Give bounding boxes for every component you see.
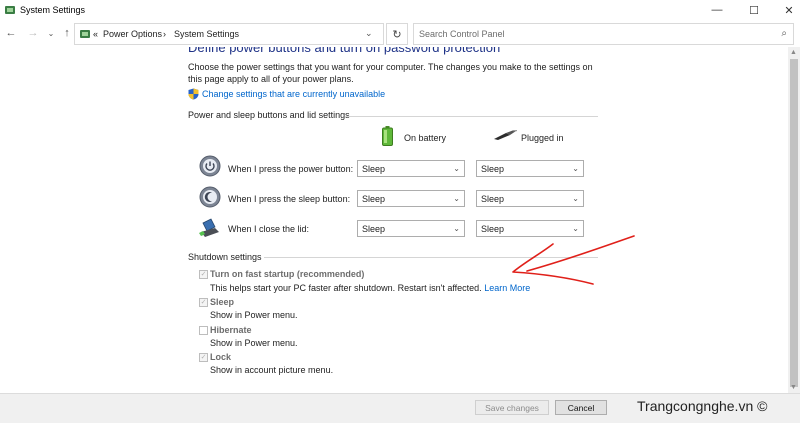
column-on-battery: On battery <box>404 133 447 143</box>
chevron-down-icon: ⌄ <box>453 164 460 173</box>
power-section-divider <box>346 116 598 117</box>
chevron-down-icon: ⌄ <box>572 164 579 173</box>
power-button-icon <box>199 155 221 177</box>
laptop-lid-icon <box>199 218 219 237</box>
fast-startup-description: This helps start your PC faster after sh… <box>210 283 531 293</box>
select-value: Sleep <box>481 224 505 234</box>
maximize-icon: ☐ <box>749 4 759 17</box>
breadcrumb-overflow[interactable]: « <box>93 29 98 39</box>
sleep-button-icon <box>199 186 221 208</box>
watermark-text: Trangcongnghe.vn © <box>637 398 768 414</box>
sleep-button-row-label: When I press the sleep button: <box>228 194 351 204</box>
checkmark-icon: ✓ <box>200 354 207 361</box>
red-arrow-annotation <box>512 235 635 285</box>
power-section-title: Power and sleep buttons and lid settings <box>188 110 350 120</box>
close-icon: ✕ <box>784 4 794 17</box>
lock-checkbox[interactable]: ✓ <box>199 353 208 362</box>
power-button-plugged-select[interactable]: Sleep ⌄ <box>476 160 584 177</box>
power-button-row-label: When I press the power button: <box>228 164 354 174</box>
checkmark-icon: ✓ <box>200 299 207 306</box>
select-value: Sleep <box>362 224 386 234</box>
column-plugged-in: Plugged in <box>521 133 564 143</box>
search-placeholder: Search Control Panel <box>419 29 505 39</box>
vertical-scrollbar[interactable]: ▲ ▼ <box>788 47 800 393</box>
minimize-icon: — <box>711 4 723 16</box>
sleep-label: Sleep <box>210 297 235 307</box>
hibernate-label: Hibernate <box>210 325 252 335</box>
control-panel-icon <box>80 30 90 38</box>
forward-arrow-icon: → <box>27 27 39 39</box>
search-icon: ⌕ <box>781 28 787 39</box>
shutdown-section-title: Shutdown settings <box>188 252 262 262</box>
search-input[interactable]: Search Control Panel ⌕ <box>413 23 794 45</box>
close-lid-battery-select[interactable]: Sleep ⌄ <box>357 220 465 237</box>
navigation-bar: ← → ⌄ ↑ « Power Options › System Setting… <box>0 22 800 46</box>
main-content: Define power buttons and turn on passwor… <box>0 47 788 393</box>
cancel-button[interactable]: Cancel <box>555 400 607 415</box>
refresh-button[interactable]: ↻ <box>386 23 408 45</box>
maximize-button[interactable]: ☐ <box>735 0 773 20</box>
hibernate-checkbox[interactable] <box>199 326 208 335</box>
breadcrumb-power-options[interactable]: Power Options <box>103 29 162 39</box>
save-changes-button[interactable]: Save changes <box>475 400 549 415</box>
change-settings-link[interactable]: Change settings that are currently unava… <box>202 89 385 99</box>
forward-button[interactable]: → <box>26 26 40 40</box>
fast-startup-checkbox[interactable]: ✓ <box>199 270 208 279</box>
page-title: Define power buttons and turn on passwor… <box>188 47 501 55</box>
chevron-down-icon: ⌄ <box>453 224 460 233</box>
title-bar: System Settings — ☐ ✕ <box>0 0 800 20</box>
power-options-app-icon <box>5 6 15 14</box>
close-button[interactable]: ✕ <box>770 0 800 20</box>
breadcrumb-system-settings[interactable]: System Settings <box>174 29 239 39</box>
minimize-button[interactable]: — <box>698 0 736 20</box>
select-value: Sleep <box>362 164 386 174</box>
recent-locations-button[interactable]: ⌄ <box>44 26 58 40</box>
uac-shield-icon <box>188 88 199 100</box>
breadcrumb-separator: › <box>163 29 166 39</box>
address-bar[interactable]: « Power Options › System Settings ⌄ <box>74 23 384 45</box>
bottom-action-bar: Save changes Cancel Trangcongnghe.vn © <box>0 393 800 423</box>
up-arrow-icon: ↑ <box>64 27 70 39</box>
lock-label: Lock <box>210 352 232 362</box>
window-title: System Settings <box>20 5 86 15</box>
address-dropdown-icon[interactable]: ⌄ <box>365 28 373 39</box>
sleep-button-plugged-select[interactable]: Sleep ⌄ <box>476 190 584 207</box>
intro-text: Choose the power settings that you want … <box>188 62 593 84</box>
sleep-checkbox[interactable]: ✓ <box>199 298 208 307</box>
back-arrow-icon: ← <box>5 27 17 39</box>
scrollbar-thumb[interactable] <box>790 59 798 387</box>
chevron-down-icon: ⌄ <box>47 28 55 38</box>
power-plug-icon <box>494 130 517 140</box>
close-lid-row-label: When I close the lid: <box>228 224 310 234</box>
refresh-icon: ↻ <box>392 28 402 41</box>
checkmark-icon: ✓ <box>200 271 207 278</box>
battery-icon <box>382 126 393 146</box>
back-button[interactable]: ← <box>4 26 18 40</box>
sleep-button-battery-select[interactable]: Sleep ⌄ <box>357 190 465 207</box>
scroll-up-icon[interactable]: ▲ <box>790 49 797 56</box>
select-value: Sleep <box>481 194 505 204</box>
chevron-down-icon: ⌄ <box>572 194 579 203</box>
scroll-down-icon[interactable]: ▼ <box>790 384 797 391</box>
up-button[interactable]: ↑ <box>60 26 74 40</box>
chevron-down-icon: ⌄ <box>453 194 460 203</box>
power-button-battery-select[interactable]: Sleep ⌄ <box>357 160 465 177</box>
select-value: Sleep <box>481 164 505 174</box>
lock-description: Show in account picture menu. <box>210 365 334 375</box>
select-value: Sleep <box>362 194 386 204</box>
fast-startup-label: Turn on fast startup (recommended) <box>210 269 365 279</box>
hibernate-description: Show in Power menu. <box>210 338 298 348</box>
sleep-description: Show in Power menu. <box>210 310 298 320</box>
